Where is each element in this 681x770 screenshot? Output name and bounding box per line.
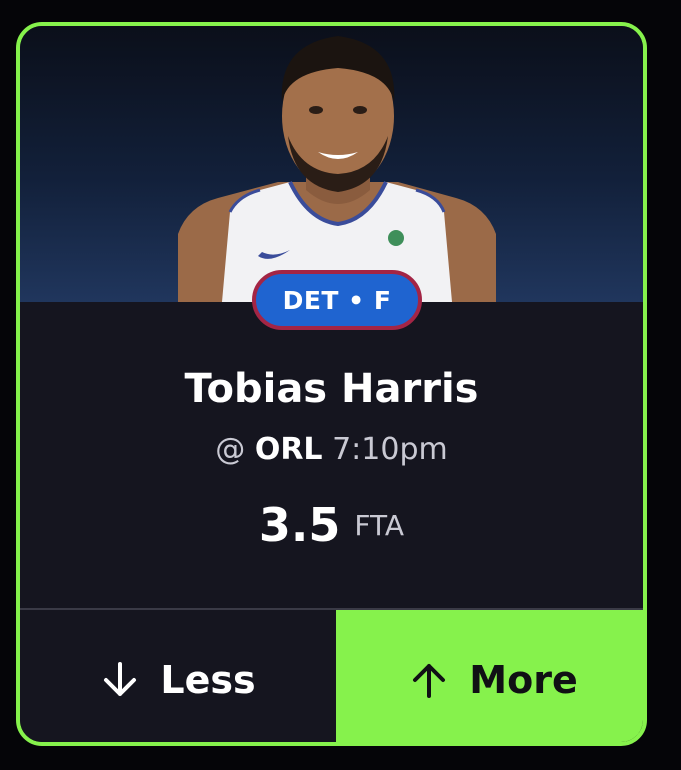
matchup: @ ORL 7:10pm — [20, 432, 643, 467]
arrow-down-icon — [104, 662, 137, 696]
less-button[interactable]: Less — [20, 610, 336, 742]
stat-type: FTA — [354, 508, 405, 542]
line-value: 3.5 — [258, 498, 341, 552]
team-position-badge: DET • F — [252, 270, 422, 330]
team-position-label: DET • F — [282, 285, 392, 315]
game-time: 7:10pm — [332, 432, 448, 467]
player-hero — [20, 26, 643, 302]
player-name: Tobias Harris — [184, 366, 479, 412]
opponent-team: ORL — [254, 432, 323, 467]
player-photo — [178, 36, 496, 302]
more-button[interactable]: More — [336, 610, 643, 742]
player-prop-card: DET • F Tobias Harris @ ORL 7:10pm 3.5 FT… — [16, 22, 647, 746]
less-label: Less — [160, 658, 256, 702]
arrow-up-icon — [413, 664, 446, 698]
projection-line: 3.5 FTA — [20, 498, 643, 552]
player-info: Tobias Harris @ ORL 7:10pm 3.5 FTA — [20, 302, 643, 608]
opponent-prefix: @ — [215, 432, 246, 467]
more-label: More — [469, 658, 578, 702]
